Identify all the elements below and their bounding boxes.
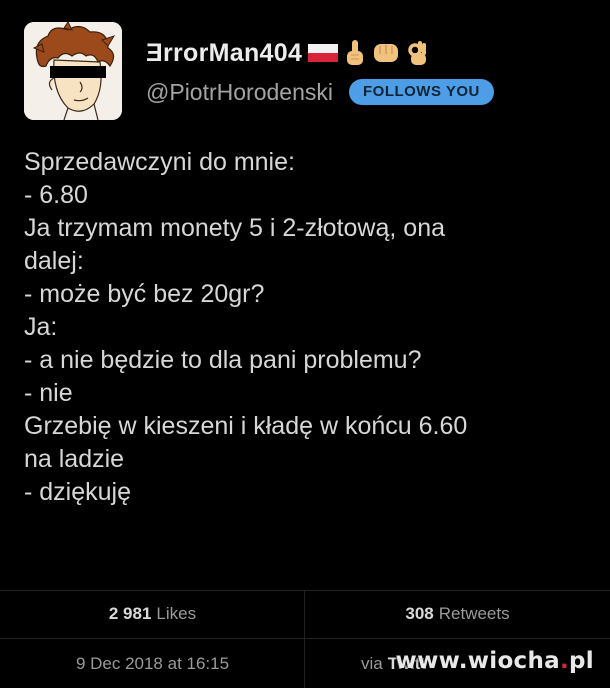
watermark-text-right: pl [569, 648, 594, 674]
via-label: via [361, 653, 383, 673]
name-emojis [308, 39, 430, 67]
profile-handle-row: @PiotrHorodenski FOLLOWS YOU [146, 77, 494, 107]
watermark-dot: . [560, 648, 570, 674]
tweet-line: dalej: [24, 247, 84, 275]
retweets-stat[interactable]: 308 Retweets [305, 591, 610, 637]
tweet-line: Grzebię w kieszeni i kładę w końcu 6.60 [24, 412, 468, 440]
tweet-line: Ja trzymam monety 5 i 2-złotową, ona [24, 214, 445, 242]
tweet-line: - może być bez 20gr? [24, 280, 265, 308]
tweet-timestamp[interactable]: 9 Dec 2018 at 16:15 [0, 639, 305, 688]
fist-icon [374, 44, 399, 62]
ok-hand-icon [408, 41, 427, 65]
likes-label: Likes [156, 604, 197, 623]
likes-stat[interactable]: 2 981 Likes [0, 591, 305, 637]
retweets-label: Retweets [438, 604, 510, 623]
avatar-illustration [24, 22, 122, 120]
tweet-line: - nie [24, 379, 73, 407]
tweet-stats: 2 981 Likes 308 Retweets [0, 591, 610, 637]
pointing-up-hand-icon [347, 40, 364, 65]
watermark-text-left: www.wiocha [395, 648, 560, 674]
site-watermark: www.wiocha.pl [396, 648, 594, 674]
tweet-line: Sprzedawczyni do mnie: [24, 148, 295, 176]
retweets-count: 308 [405, 604, 434, 623]
tweet-line: - 6.80 [24, 181, 88, 209]
tweet-line: - a nie będzie to dla pani problemu? [24, 346, 422, 374]
avatar[interactable] [24, 22, 122, 120]
tweet-line: - dziękuję [24, 478, 131, 506]
likes-count: 2 981 [108, 604, 152, 623]
tweet-text: Sprzedawczyni do mnie: - 6.80 Ja trzymam… [24, 146, 599, 509]
display-name[interactable]: ƎrrorMan404 [146, 39, 302, 68]
user-handle[interactable]: @PiotrHorodenski [146, 79, 333, 106]
tweet-line: na ladzie [24, 445, 125, 473]
flag-poland-icon [308, 44, 339, 62]
profile-name-row: ƎrrorMan404 [146, 38, 430, 68]
tweet-line: Ja: [24, 313, 58, 341]
follows-you-badge: FOLLOWS YOU [348, 79, 494, 105]
